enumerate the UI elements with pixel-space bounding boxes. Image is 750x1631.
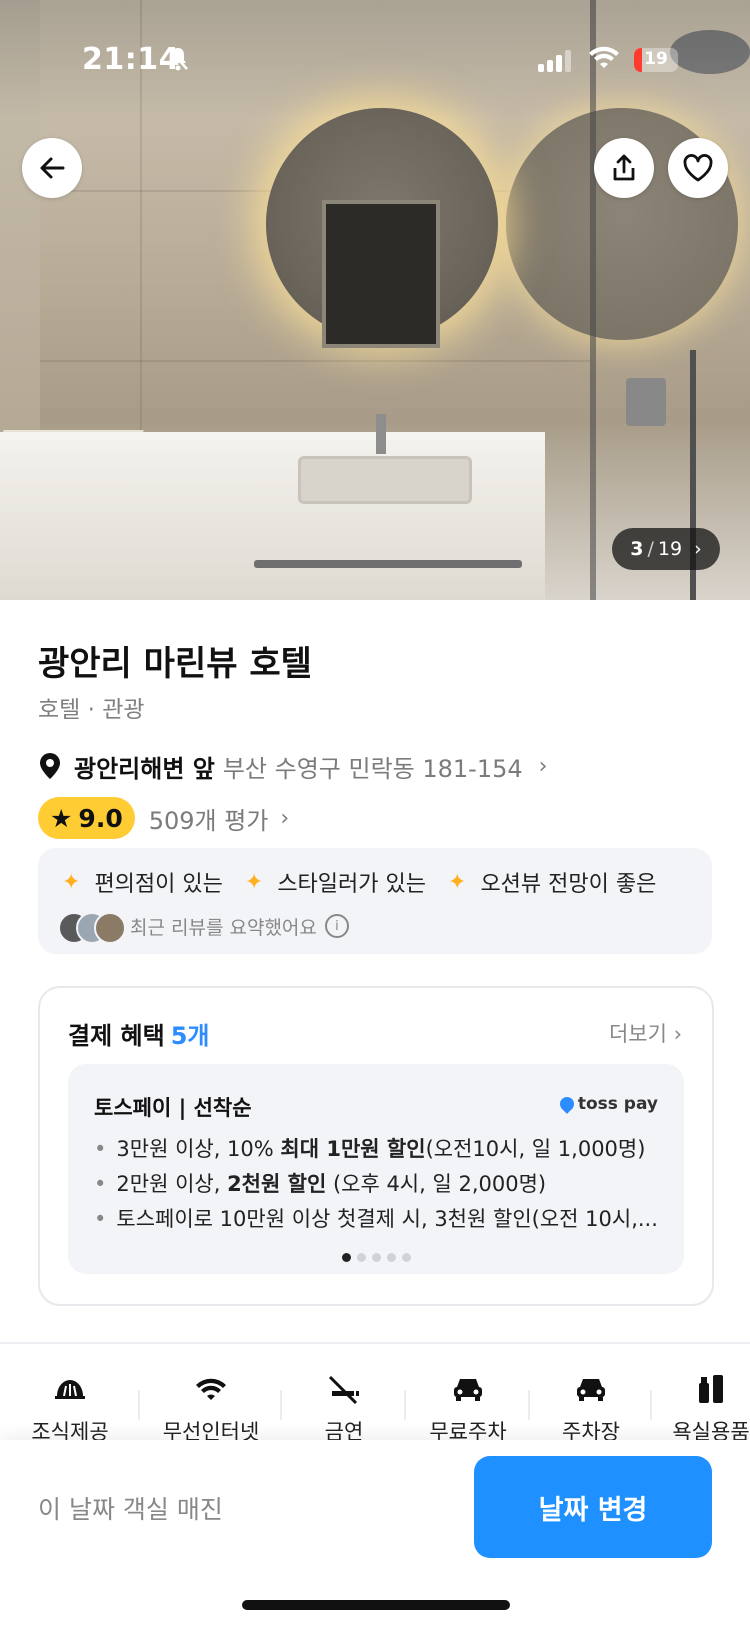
benefit-highlight: 2천원 할인	[227, 1172, 327, 1196]
more-label: 더보기	[608, 1022, 667, 1046]
address-row[interactable]: 광안리해변 앞 부산 수영구 민락동 181-154 ›	[38, 748, 547, 784]
arrow-left-icon	[40, 157, 65, 179]
no-smoking-icon	[328, 1375, 359, 1405]
benefit-text: (오전10시, 일 1,000명)	[425, 1137, 646, 1161]
rating-badge: ★ 9.0	[38, 797, 135, 839]
signal-icon	[538, 48, 574, 72]
hotel-name: 광안리 마린뷰 호텔	[38, 644, 312, 684]
review-tag: 오션뷰 전망이 좋은	[480, 872, 657, 897]
review-tags: ✦ 편의점이 있는 ✦ 스타일러가 있는 ✦ 오션뷰 전망이 좋은	[62, 866, 678, 898]
photo-current: 3	[630, 538, 644, 560]
benefit-text: 2만원 이상,	[116, 1172, 228, 1196]
chevron-right-icon: ›	[538, 753, 548, 779]
chevron-right-icon: ›	[694, 538, 702, 560]
benefit-text: 3만원 이상, 10%	[116, 1137, 281, 1161]
breakfast-icon	[55, 1380, 85, 1399]
benefit-text: 토스페이로 10만원 이상 첫결제 시, 3천원 할인(오전 10시,...	[116, 1207, 658, 1231]
benefit-item: 2만원 이상, 2천원 할인 (오후 4시, 일 2,000명)	[94, 1167, 664, 1202]
carousel-dot[interactable]	[401, 1253, 411, 1262]
toiletries-icon	[699, 1375, 723, 1403]
battery-icon: 19	[634, 48, 678, 72]
review-summary-text: 최근 리뷰를 요약했어요	[130, 916, 317, 939]
benefit-item: 토스페이로 10만원 이상 첫결제 시, 3천원 할인(오전 10시,...	[94, 1202, 664, 1237]
sparkle-icon: ✦	[62, 869, 81, 895]
benefit-item: 3만원 이상, 10% 최대 1만원 할인(오전10시, 일 1,000명)	[94, 1132, 664, 1167]
photo-mirror-door	[322, 200, 440, 348]
hotel-category: 호텔 · 관광	[38, 697, 145, 723]
benefits-title: 결제 혜택	[68, 1022, 165, 1050]
photo-tile-line	[40, 360, 590, 362]
benefits-more-link[interactable]: 더보기 ›	[609, 1018, 682, 1048]
benefit-text: (오후 4시, 일 2,000명)	[326, 1172, 547, 1196]
chevron-right-icon: ›	[280, 805, 290, 831]
toss-logo-icon	[556, 1094, 577, 1114]
benefit-highlight: 최대 1만원 할인	[280, 1137, 426, 1161]
home-indicator[interactable]	[242, 1600, 510, 1610]
review-tag: 편의점이 있는	[94, 872, 223, 897]
chevron-right-icon: ›	[673, 1022, 682, 1046]
photo-total: 19	[657, 538, 683, 560]
photo-faucet	[376, 414, 386, 454]
sparkle-icon: ✦	[244, 869, 264, 895]
sparkle-icon: ✦	[448, 869, 467, 895]
carousel-dot[interactable]	[356, 1253, 366, 1262]
section-divider	[0, 1342, 750, 1344]
rating-value: 9.0	[78, 803, 123, 833]
photo-valve	[626, 378, 666, 426]
avatar	[94, 912, 126, 944]
carousel-dot[interactable]	[386, 1253, 396, 1262]
benefits-count: 5개	[170, 1022, 210, 1050]
rating-row[interactable]: ★ 9.0 509개 평가 ›	[38, 796, 289, 840]
amenity-toiletries[interactable]: 욕실용품	[652, 1370, 750, 1444]
heart-icon	[683, 154, 713, 182]
car-icon	[577, 1379, 605, 1401]
photo-separator: /	[647, 538, 654, 560]
carousel-dot[interactable]	[371, 1253, 381, 1262]
car-icon	[454, 1379, 482, 1401]
amenity-parking[interactable]: 주차장	[530, 1370, 652, 1444]
favorite-button[interactable]	[668, 138, 728, 198]
review-summary-note: 최근 리뷰를 요약했어요 i	[58, 912, 349, 944]
carousel-dot[interactable]	[341, 1253, 351, 1262]
amenity-free-parking[interactable]: 무료주차	[406, 1370, 530, 1444]
review-count: 509개 평가	[148, 806, 269, 835]
benefit-slide-title: 토스페이 | 선착순	[94, 1096, 252, 1120]
star-icon: ★	[50, 803, 73, 833]
amenities-list[interactable]: 조식제공 무선인터넷 금연 무료주차 주차장 욕실용품	[0, 1370, 750, 1444]
benefit-slide[interactable]: 토스페이 | 선착순 toss pay 3만원 이상, 10% 최대 1만원 할…	[68, 1064, 684, 1274]
wifi-status-icon	[588, 44, 620, 72]
info-icon[interactable]: i	[324, 914, 349, 938]
sold-out-text: 이 날짜 객실 매진	[38, 1495, 223, 1524]
battery-level: 19	[644, 49, 668, 69]
reviewer-avatars	[58, 912, 126, 944]
toss-pay-logo: toss pay	[556, 1094, 658, 1114]
photo-towel-bar	[254, 560, 522, 568]
amenity-no-smoking[interactable]: 금연	[282, 1370, 406, 1444]
amenity-breakfast[interactable]: 조식제공	[0, 1370, 140, 1444]
share-icon	[613, 154, 635, 181]
benefit-list: 3만원 이상, 10% 최대 1만원 할인(오전10시, 일 1,000명) 2…	[94, 1132, 664, 1237]
photo-counter[interactable]: 3 / 19 ›	[612, 528, 720, 570]
toss-pay-brand: toss pay	[577, 1094, 658, 1114]
review-summary[interactable]: ✦ 편의점이 있는 ✦ 스타일러가 있는 ✦ 오션뷰 전망이 좋은 최근 리뷰를…	[38, 848, 712, 954]
photo-sink	[298, 456, 472, 504]
status-bar: 21:14 19	[0, 0, 750, 110]
review-tag: 스타일러가 있는	[277, 872, 426, 897]
location-highlight: 광안리해변 앞	[74, 754, 215, 783]
amenity-wifi[interactable]: 무선인터넷	[140, 1370, 282, 1444]
change-date-button[interactable]: 날짜 변경	[474, 1456, 712, 1558]
bell-off-icon	[166, 46, 190, 78]
wifi-icon	[196, 1378, 226, 1400]
benefits-heading: 결제 혜택 5개	[68, 1016, 209, 1051]
carousel-dots	[68, 1253, 684, 1262]
share-button[interactable]	[594, 138, 654, 198]
payment-benefits-card: 결제 혜택5개 더보기 › 토스페이 | 선착순 toss pay 3만원 이상…	[38, 986, 714, 1306]
back-button[interactable]	[22, 138, 82, 198]
address-text: 부산 수영구 민락동 181-154	[222, 754, 523, 783]
location-pin-icon	[40, 753, 60, 779]
